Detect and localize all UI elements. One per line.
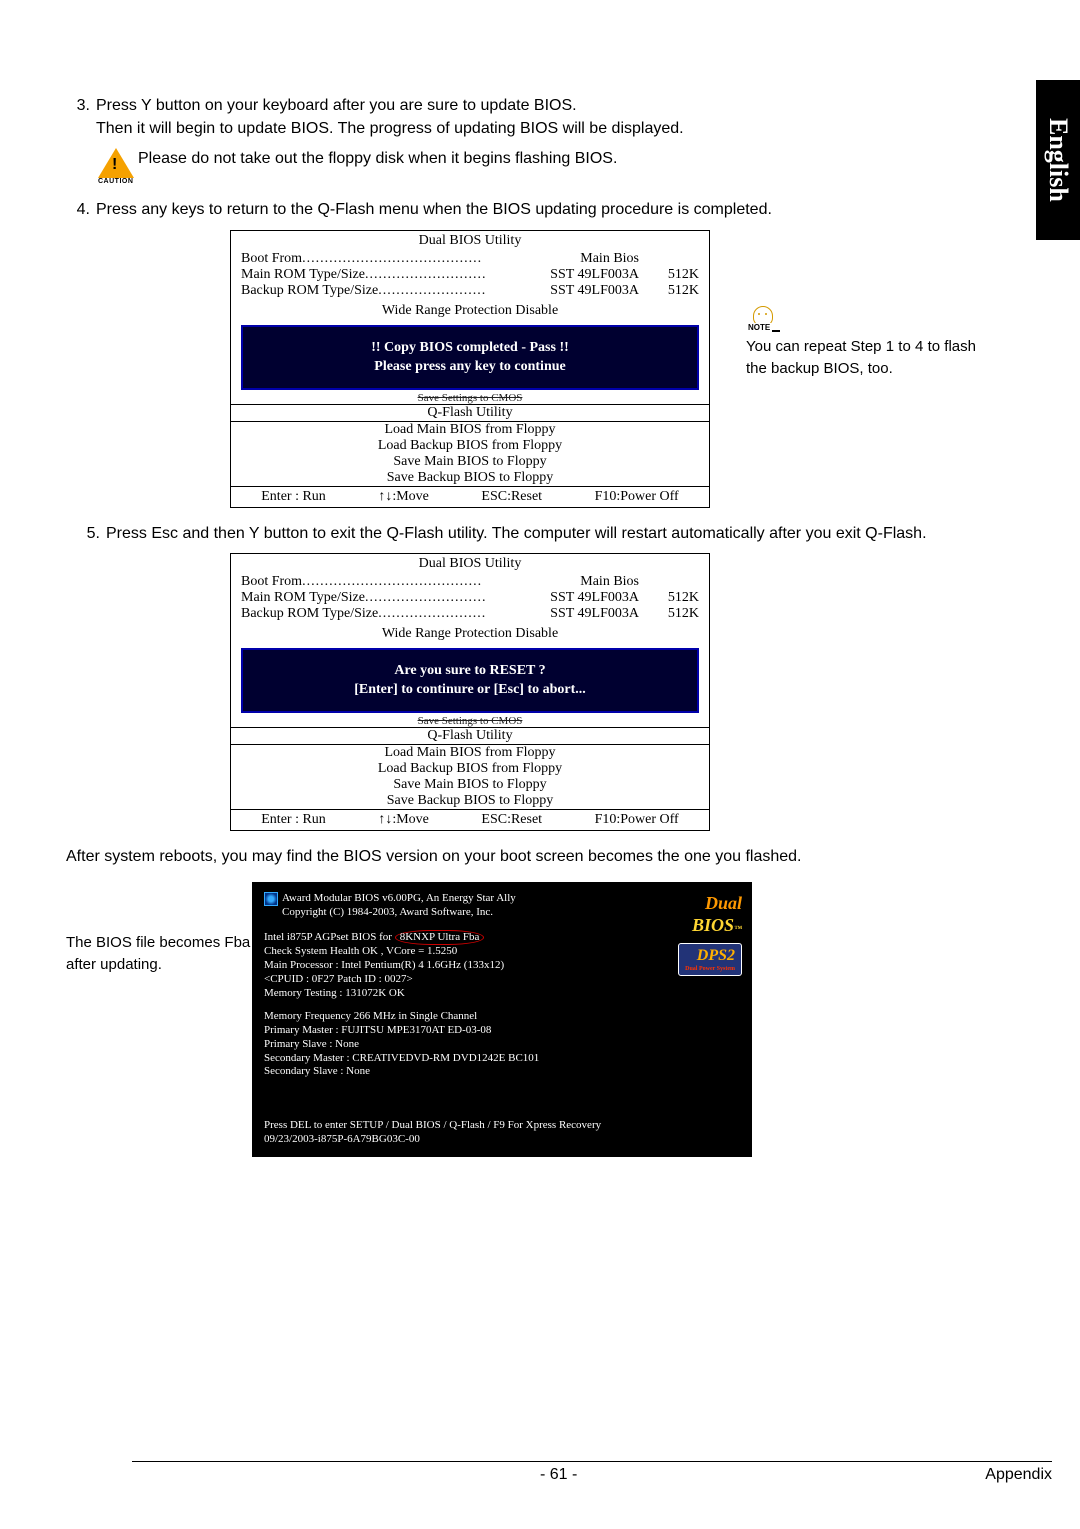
key-hint: Enter : Run [261, 812, 326, 828]
after-paragraph: After system reboots, you may find the B… [66, 845, 1006, 868]
menu-item: Load Main BIOS from Floppy [231, 422, 709, 438]
boot-line: Press DEL to enter SETUP / Dual BIOS / Q… [264, 1119, 601, 1131]
step-text: Press Esc and then Y button to exit the … [106, 522, 927, 545]
boot-line: Memory Frequency 266 MHz in Single Chann… [264, 1010, 477, 1022]
page-footer: - 61 - Appendix [132, 1461, 1052, 1484]
key-hint: Enter : Run [261, 489, 326, 505]
bios-banner: Are you sure to RESET ? [Enter] to conti… [241, 648, 699, 713]
menu-item: Save Main BIOS to Floppy [231, 777, 709, 793]
value: SST 49LF003A [550, 590, 639, 606]
size: 512K [639, 606, 699, 622]
banner-line: !! Copy BIOS completed - Pass !! [243, 340, 697, 356]
boot-line: 09/23/2003-i875P-6A79BG03C-00 [264, 1133, 420, 1145]
size: 512K [639, 267, 699, 283]
page-number: - 61 - [540, 1466, 577, 1484]
size: 512K [639, 590, 699, 606]
boot-line: Copyright (C) 1984-2003, Award Software,… [282, 906, 493, 918]
value: SST 49LF003A [550, 606, 639, 622]
caution-icon: ! CAUTION [98, 148, 138, 188]
key-hint: ↑↓:Move [378, 489, 429, 505]
wrp-row: Wide Range Protection Disable [231, 299, 709, 323]
banner-line: [Enter] to continure or [Esc] to abort..… [243, 682, 697, 698]
bios-footer: Enter : Run ↑↓:Move ESC:Reset F10:Power … [231, 486, 709, 507]
bios-title: Dual BIOS Utility [231, 231, 709, 251]
dualbios-logo: DualBIOS™ [678, 892, 742, 937]
value: Main Bios [580, 251, 639, 267]
section-name: Appendix [985, 1466, 1052, 1484]
boot-line: <CPUID : 0F27 Patch ID : 0027> [264, 973, 413, 985]
step-4: 4. Press any keys to return to the Q-Fla… [66, 198, 1006, 221]
step-num: 5. [66, 522, 100, 545]
boot-line: Secondary Master : CREATIVEDVD-RM DVD124… [264, 1052, 539, 1064]
strike-text: Save Settings to CMOS [231, 392, 709, 404]
strike-text: Save Settings to CMOS [231, 715, 709, 727]
size: 512K [639, 283, 699, 299]
boot-line: Secondary Slave : None [264, 1065, 370, 1077]
language-tab: English [1036, 80, 1080, 240]
boot-line: Intel i875P AGPset BIOS for [264, 931, 392, 943]
boot-line: Primary Master : FUJITSU MPE3170AT ED-03… [264, 1024, 491, 1036]
step-num: 4. [66, 198, 90, 221]
menu-item: Load Main BIOS from Floppy [231, 745, 709, 761]
boot-row: The BIOS file becomes Fba after updating… [66, 882, 1006, 1157]
banner-line: Please press any key to continue [243, 359, 697, 375]
bios-dialog-2: Dual BIOS Utility Boot From.............… [230, 553, 710, 831]
qflash-title: Q-Flash Utility [231, 405, 709, 421]
key-hint: F10:Power Off [595, 489, 679, 505]
step-3: 3. Press Y button on your keyboard after… [66, 94, 1006, 140]
label: Backup ROM Type/Size [241, 606, 378, 622]
label: Boot From [241, 574, 302, 590]
menu-item: Save Backup BIOS to Floppy [231, 793, 709, 809]
value: Main Bios [580, 574, 639, 590]
circled-bios-name: 8KNXP Ultra Fba [395, 930, 485, 946]
label: Boot From [241, 251, 302, 267]
wrp-row: Wide Range Protection Disable [231, 622, 709, 646]
step-num: 3. [66, 94, 90, 140]
note-text: You can repeat Step 1 to 4 to flash the … [746, 336, 976, 380]
key-hint: ESC:Reset [481, 812, 542, 828]
label: Main ROM Type/Size [241, 590, 365, 606]
key-hint: ESC:Reset [481, 489, 542, 505]
boot-line: Main Processor : Intel Pentium(R) 4 1.6G… [264, 959, 504, 971]
boot-line: Check System Health OK , VCore = 1.5250 [264, 945, 457, 957]
note-block: NOTE You can repeat Step 1 to 4 to flash… [746, 306, 976, 380]
value: SST 49LF003A [550, 283, 639, 299]
boot-label: The BIOS file becomes Fba after updating… [66, 882, 252, 977]
banner-line: Are you sure to RESET ? [243, 663, 697, 679]
menu-item: Load Backup BIOS from Floppy [231, 438, 709, 454]
key-hint: ↑↓:Move [378, 812, 429, 828]
bios-title: Dual BIOS Utility [231, 554, 709, 574]
label: Backup ROM Type/Size [241, 283, 378, 299]
page-content: 3. Press Y button on your keyboard after… [66, 24, 1006, 1484]
boot-line: Award Modular BIOS v6.00PG, An Energy St… [282, 892, 516, 904]
menu-item: Save Main BIOS to Floppy [231, 454, 709, 470]
boot-line: Memory Testing : 131072K OK [264, 987, 405, 999]
menu-item: Save Backup BIOS to Floppy [231, 470, 709, 486]
boot-screen: DualBIOS™ DPS2Dual Power System Award Mo… [252, 882, 752, 1157]
value: SST 49LF003A [550, 267, 639, 283]
step-text: Press any keys to return to the Q-Flash … [96, 198, 772, 221]
bios-banner: !! Copy BIOS completed - Pass !! Please … [241, 325, 699, 390]
step-text: Press Y button on your keyboard after yo… [96, 94, 684, 140]
note-icon: NOTE [746, 306, 780, 332]
label: Main ROM Type/Size [241, 267, 365, 283]
logos: DualBIOS™ DPS2Dual Power System [678, 892, 742, 977]
key-hint: F10:Power Off [595, 812, 679, 828]
boot-line: Primary Slave : None [264, 1038, 359, 1050]
qflash-title: Q-Flash Utility [231, 728, 709, 744]
bios-footer: Enter : Run ↑↓:Move ESC:Reset F10:Power … [231, 809, 709, 830]
energy-icon [264, 892, 278, 906]
menu-item: Load Backup BIOS from Floppy [231, 761, 709, 777]
caution-row: ! CAUTION Please do not take out the flo… [98, 148, 1006, 188]
bios-dialog-1: Dual BIOS Utility Boot From.............… [230, 230, 710, 508]
step-5: 5. Press Esc and then Y button to exit t… [66, 522, 1006, 545]
dps2-logo: DPS2Dual Power System [678, 943, 742, 977]
caution-text: Please do not take out the floppy disk w… [138, 148, 617, 170]
